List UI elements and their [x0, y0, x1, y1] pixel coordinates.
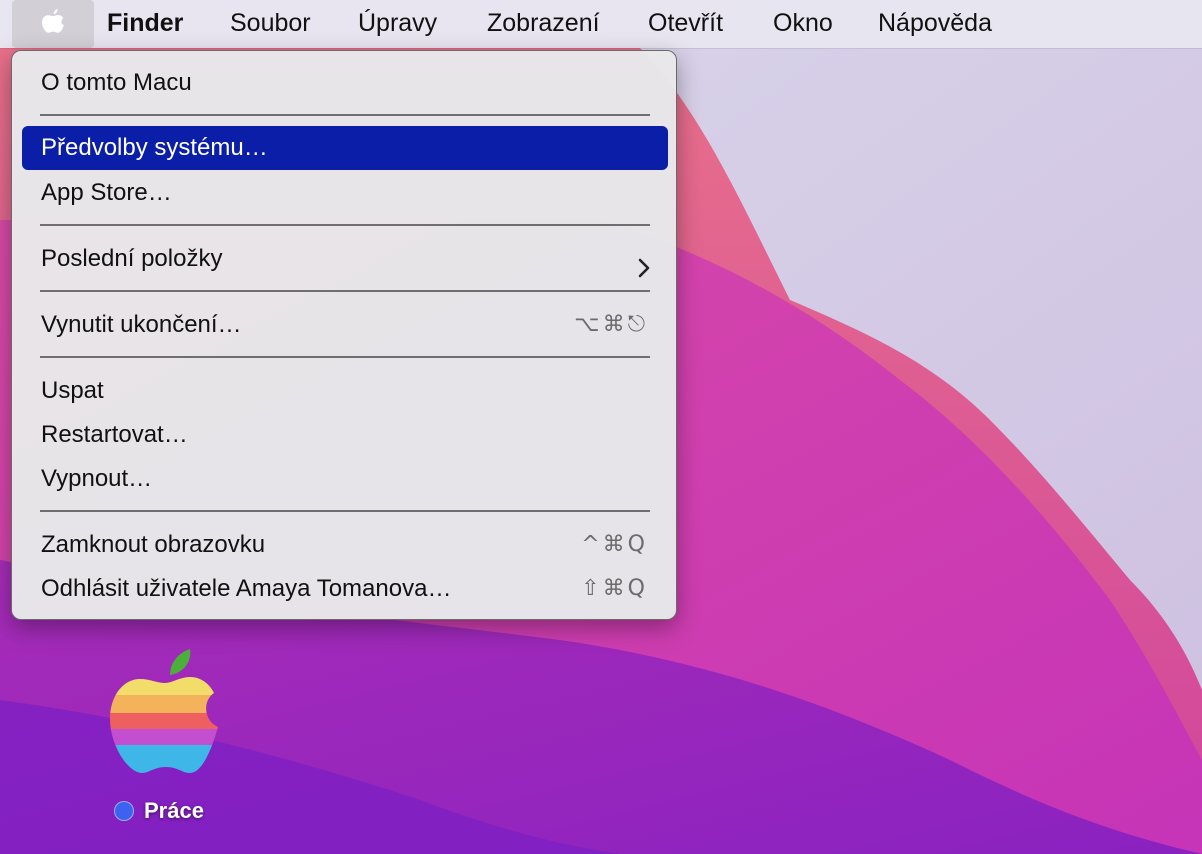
menubar-okno[interactable]: Okno — [773, 0, 833, 48]
apple-menu-dropdown: O tomto Macu Předvolby systému… App Stor… — [11, 50, 677, 620]
desktop-icon-name: Práce — [144, 798, 204, 823]
menubar-napoveda[interactable]: Nápověda — [878, 0, 992, 48]
menu-item-label: Předvolby systému… — [41, 134, 268, 161]
menu-item-recent-items[interactable]: Poslední položky — [22, 237, 668, 281]
chevron-right-icon — [638, 249, 650, 293]
menu-item-sleep[interactable]: Uspat — [22, 369, 668, 413]
menu-separator — [40, 510, 650, 512]
menubar-otevrit[interactable]: Otevřít — [648, 0, 723, 48]
apple-logo-icon — [41, 7, 65, 42]
menu-item-shutdown[interactable]: Vypnout… — [22, 457, 668, 501]
menu-item-label: Zamknout obrazovku — [41, 531, 266, 558]
menu-item-label: O tomto Macu — [41, 69, 192, 96]
menu-item-label: App Store… — [41, 179, 172, 206]
menubar-soubor[interactable]: Soubor — [230, 0, 311, 48]
menu-separator — [40, 224, 650, 226]
rainbow-apple-icon — [110, 649, 218, 773]
keyboard-shortcut: ^⌘Q — [581, 532, 648, 557]
keyboard-shortcut: ⌥⌘⎋ — [574, 312, 648, 337]
menubar-upravy[interactable]: Úpravy — [358, 0, 437, 48]
menu-item-lock-screen[interactable]: Zamknout obrazovku ^⌘Q — [22, 523, 668, 567]
menu-item-about[interactable]: O tomto Macu — [22, 61, 668, 105]
menu-separator — [40, 114, 650, 116]
menu-item-label: Vypnout… — [41, 465, 153, 492]
menu-item-label: Odhlásit uživatele Amaya Tomanova… — [41, 575, 452, 602]
menu-bar: Finder Soubor Úpravy Zobrazení Otevřít O… — [0, 0, 1202, 48]
tag-dot-icon — [114, 801, 134, 821]
menu-separator — [40, 356, 650, 358]
menubar-app-finder[interactable]: Finder — [107, 0, 183, 48]
menu-item-app-store[interactable]: App Store… — [22, 171, 668, 215]
apple-menu-button[interactable] — [12, 0, 94, 48]
menu-item-logout[interactable]: Odhlásit uživatele Amaya Tomanova… ⇧⌘Q — [22, 567, 668, 611]
menu-item-label: Vynutit ukončení… — [41, 311, 242, 338]
menubar-zobrazeni[interactable]: Zobrazení — [487, 0, 600, 48]
menu-item-label: Uspat — [41, 377, 104, 404]
keyboard-shortcut: ⇧⌘Q — [581, 576, 648, 601]
menu-item-system-preferences[interactable]: Předvolby systému… — [22, 126, 668, 170]
menu-item-force-quit[interactable]: Vynutit ukončení… ⌥⌘⎋ — [22, 303, 668, 347]
menu-item-restart[interactable]: Restartovat… — [22, 413, 668, 457]
menu-item-label: Poslední položky — [41, 245, 223, 272]
menu-separator — [40, 290, 650, 292]
desktop-icon-label[interactable]: Práce — [114, 796, 204, 826]
menu-item-label: Restartovat… — [41, 421, 188, 448]
